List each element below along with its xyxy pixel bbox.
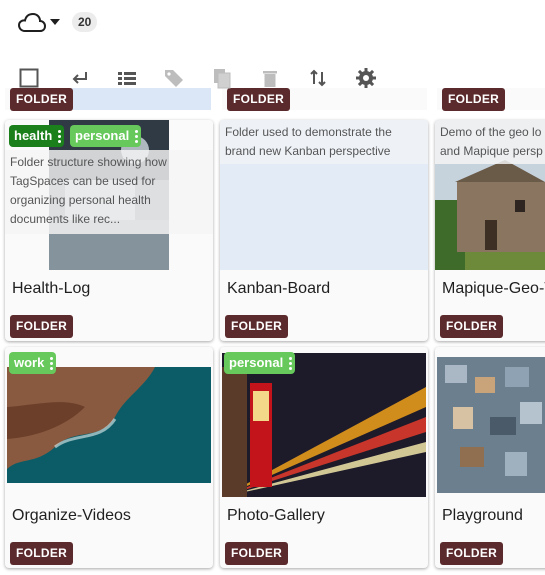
folder-card-organize-videos[interactable]: work Organize-Videos FOLDER [5,347,213,568]
entry-count-badge: 20 [72,12,98,32]
folder-title: Kanban-Board [227,280,331,297]
caret-down-icon[interactable] [50,19,60,25]
tag-work[interactable]: work [9,352,57,374]
folder-title: Playground [442,507,523,524]
tag-menu-icon[interactable] [58,128,62,144]
folder-badge: FOLDER [440,315,504,338]
toolbar [0,58,545,98]
tag-label: personal [75,128,130,143]
folder-title: Mapique-Geo-T [442,280,545,297]
tag-health[interactable]: health [9,125,65,147]
folder-card-health-log[interactable]: Folder structure showing how TagSpaces c… [5,120,213,341]
return-icon[interactable] [67,66,91,90]
folder-badge: FOLDER [225,542,289,565]
cloud-icon[interactable] [17,11,47,35]
folder-title: Photo-Gallery [227,507,325,524]
tag-icon[interactable] [162,66,186,90]
tag-menu-icon[interactable] [289,355,293,371]
folder-title: Health-Log [12,280,91,297]
folder-title: Organize-Videos [12,507,131,524]
list-view-icon[interactable] [115,66,139,90]
delete-icon[interactable] [258,66,282,90]
settings-icon[interactable] [354,66,378,90]
folder-card-kanban-board[interactable]: Folder used to demonstrate the brand new… [220,120,428,341]
select-all-checkbox-icon[interactable] [17,66,41,90]
tag-personal[interactable]: personal [224,352,296,374]
folder-badge: FOLDER [225,315,289,338]
folder-card-mapique-geo[interactable]: Demo of the geo lo and Mapique persp Map… [435,120,545,341]
sort-icon[interactable] [306,66,330,90]
folder-card-playground[interactable]: Playground FOLDER [435,347,545,568]
tag-menu-icon[interactable] [135,128,139,144]
tag-label: health [14,128,53,143]
tag-label: personal [229,355,284,370]
tag-menu-icon[interactable] [50,355,54,371]
folder-description: Folder used to demonstrate the brand new… [220,120,428,164]
folder-badge: FOLDER [10,315,74,338]
copy-icon[interactable] [210,66,234,90]
top-bar: 20 [0,0,545,46]
tag-personal[interactable]: personal [70,125,142,147]
folder-card-photo-gallery[interactable]: personal Photo-Gallery FOLDER [220,347,428,568]
tag-label: work [14,355,45,370]
folder-thumbnail [435,347,545,497]
folder-badge: FOLDER [10,542,74,565]
folder-badge: FOLDER [440,542,504,565]
folder-description: Demo of the geo lo and Mapique persp [435,120,545,164]
folder-description: Folder structure showing how TagSpaces c… [5,150,213,234]
